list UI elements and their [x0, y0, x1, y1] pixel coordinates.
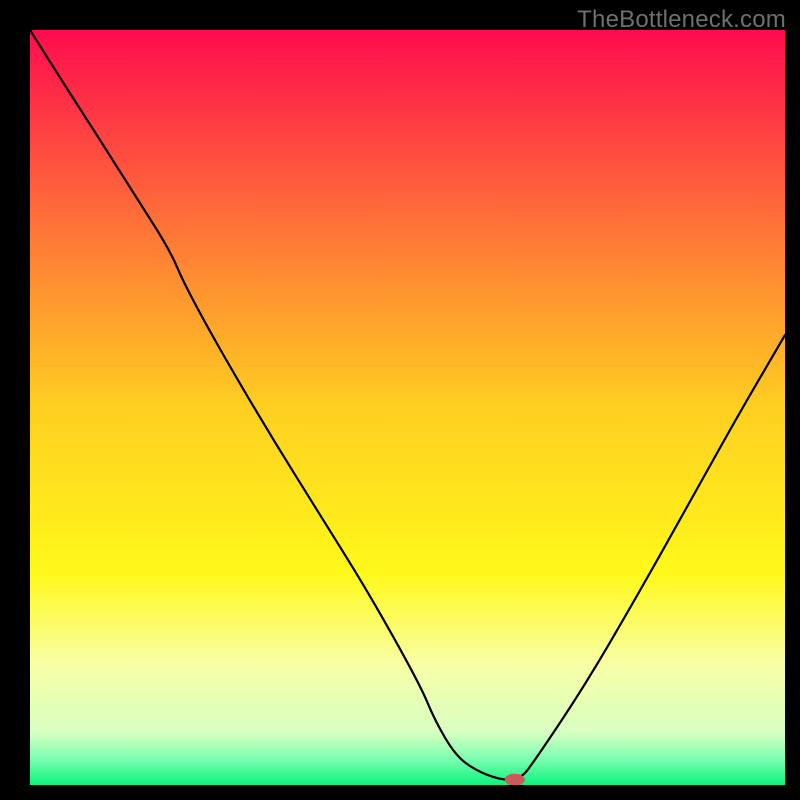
chart-container: TheBottleneck.com: [0, 0, 800, 800]
gradient-background: [30, 30, 785, 785]
plot-area: [30, 30, 785, 785]
bottleneck-chart: [30, 30, 785, 785]
watermark-text: TheBottleneck.com: [577, 6, 786, 34]
